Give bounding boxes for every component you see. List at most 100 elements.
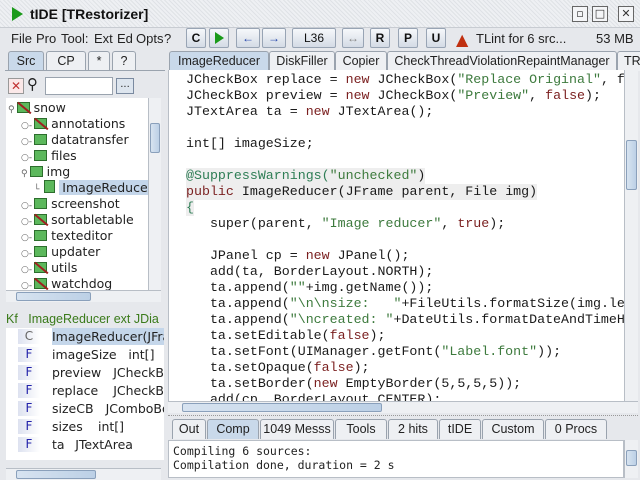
tree-handle-icon[interactable]: ⚲ xyxy=(8,105,15,115)
structure-item[interactable]: FsizeCB JComboBo xyxy=(6,400,164,417)
tree-handle-icon[interactable]: ○- xyxy=(21,281,32,290)
tab-src[interactable]: Src xyxy=(8,51,44,71)
r-button[interactable]: R xyxy=(370,28,390,48)
tree-item[interactable]: ○- annotations xyxy=(21,116,125,132)
tree-vertical-scrollbar[interactable] xyxy=(148,98,161,290)
tree-item[interactable]: ○- utils xyxy=(21,260,77,276)
tab-2-hits[interactable]: 2 hits xyxy=(388,419,438,439)
tree-item[interactable]: ⚲ snow xyxy=(8,100,66,116)
tree-item-label: annotations xyxy=(51,116,126,131)
tab-copier[interactable]: Copier xyxy=(335,51,387,71)
console-vertical-scrollbar[interactable] xyxy=(624,440,638,478)
code-token: JCheckBox( xyxy=(369,88,458,103)
tree-item[interactable]: ○- sortabletable xyxy=(21,212,134,228)
tab-star[interactable]: * xyxy=(88,51,110,71)
tree-handle-icon[interactable]: ○- xyxy=(21,121,32,131)
clear-search-button[interactable]: ✕ xyxy=(8,78,24,94)
structure-item[interactable]: Fpreview JCheckBo: xyxy=(6,364,164,381)
source-tree[interactable]: ⚲ snow ○- annotations ○- datatransfer ○- files ⚲… xyxy=(6,98,148,290)
tab-0-procs[interactable]: 0 Procs xyxy=(545,419,607,439)
maximize-button[interactable]: □ xyxy=(592,6,608,22)
menu-help[interactable]: ? xyxy=(164,31,171,46)
tree-handle-icon[interactable]: ○- xyxy=(21,153,32,163)
tree-handle-icon[interactable]: ○- xyxy=(21,249,32,259)
code-token: { xyxy=(186,200,194,215)
editor-horizontal-scrollbar[interactable] xyxy=(168,401,638,413)
code-token: false xyxy=(329,328,370,343)
code-token: @SuppressWarnings( xyxy=(186,168,330,183)
code-token: "Label.font" xyxy=(441,344,538,359)
compile-button[interactable]: C xyxy=(186,28,206,48)
tree-handle-icon[interactable]: ○- xyxy=(21,217,32,227)
search-input[interactable] xyxy=(45,77,113,95)
structure-horizontal-scrollbar[interactable] xyxy=(6,468,161,480)
tree-handle-icon[interactable]: ⚲ xyxy=(21,169,28,179)
structure-item[interactable]: Fsizes int[] xyxy=(6,418,164,435)
app-play-icon xyxy=(12,7,23,21)
browse-button[interactable]: ... xyxy=(116,78,134,94)
structure-item[interactable]: Freplace JCheckBo: xyxy=(6,382,164,399)
tree-item[interactable]: ⚲ img xyxy=(21,164,70,180)
code-line: @SuppressWarnings("unchecked") xyxy=(186,168,426,184)
tab-tide[interactable]: tIDE xyxy=(439,419,481,439)
iconify-button[interactable]: ▫ xyxy=(572,6,588,22)
tree-handle-icon[interactable]: ○- xyxy=(21,201,32,211)
menu-edit[interactable]: Ed xyxy=(117,31,133,46)
structure-list[interactable]: C ImageReducer(JFra FimageSize int[] Fprevie… xyxy=(6,328,164,460)
line-button[interactable]: L36 xyxy=(292,28,336,48)
code-token: JTextArea(); xyxy=(329,104,434,119)
package-folder-icon xyxy=(16,102,30,113)
code-token: ta.setFont(UIManager.getFont( xyxy=(186,344,442,359)
tree-handle-icon[interactable]: ○- xyxy=(21,265,32,275)
tab-custom[interactable]: Custom xyxy=(482,419,544,439)
tab-help[interactable]: ? xyxy=(112,51,136,71)
code-line: ta.setEditable(false); xyxy=(186,328,386,344)
code-token: ); xyxy=(353,360,370,375)
tab-cp[interactable]: CP xyxy=(46,51,86,71)
code-token: new xyxy=(305,248,330,263)
tree-item[interactable]: ○- files xyxy=(21,148,77,164)
tree-handle-icon[interactable]: ○- xyxy=(21,137,32,147)
menu-project[interactable]: Pro xyxy=(36,31,56,46)
tab-1049-messs[interactable]: 1049 Messs xyxy=(260,419,334,439)
structure-item[interactable]: Fta JTextArea xyxy=(6,436,164,453)
swap-button[interactable]: ↔ xyxy=(342,28,364,48)
tab-diskfiller[interactable]: DiskFiller xyxy=(269,51,335,71)
menu-file[interactable]: File xyxy=(11,31,32,46)
p-button[interactable]: P xyxy=(398,28,418,48)
back-button[interactable]: ← xyxy=(236,28,260,48)
menu-tools[interactable]: Tool: xyxy=(61,31,88,46)
tree-handle-icon[interactable]: ○- xyxy=(21,233,32,243)
editor-vertical-scrollbar[interactable] xyxy=(624,70,638,401)
tab-comp[interactable]: Comp xyxy=(207,419,259,439)
tree-item[interactable]: ○- texteditor xyxy=(21,228,113,244)
tree-horizontal-scrollbar[interactable] xyxy=(6,290,161,302)
tab-imagereducer[interactable]: ImageReducer xyxy=(169,51,269,71)
code-editor[interactable]: JCheckBox replace = new JCheckBox("Repla… xyxy=(168,70,624,401)
code-token: JPanel(); xyxy=(329,248,410,263)
structure-item[interactable]: C ImageReducer(JFra xyxy=(6,328,164,345)
tab-out[interactable]: Out xyxy=(172,419,206,439)
tree-item[interactable]: └ ImageReducer xyxy=(34,180,148,196)
tree-item[interactable]: ○- watchdog xyxy=(21,276,112,290)
forward-button[interactable]: → xyxy=(262,28,286,48)
tree-item[interactable]: ○- datatransfer xyxy=(21,132,129,148)
code-token: JPanel cp = xyxy=(186,248,306,263)
tree-handle-icon[interactable]: └ xyxy=(34,185,42,195)
tree-item[interactable]: ○- updater xyxy=(21,244,100,260)
run-button[interactable] xyxy=(209,28,229,48)
u-button[interactable]: U xyxy=(426,28,446,48)
close-button[interactable]: ✕ xyxy=(618,6,634,22)
code-token: +img.getName()); xyxy=(305,280,434,295)
tab-tr[interactable]: TR xyxy=(617,51,640,71)
code-token: JTextArea ta = xyxy=(186,104,306,119)
search-icon: ⚲ xyxy=(27,75,38,93)
menu-ext[interactable]: Ext xyxy=(94,31,113,46)
structure-item[interactable]: FimageSize int[] xyxy=(6,346,164,363)
tab-checkthreadviolationrepaintmanager[interactable]: CheckThreadViolationRepaintManager xyxy=(387,51,617,71)
tree-item[interactable]: ○- screenshot xyxy=(21,196,120,212)
menu-options[interactable]: Opts xyxy=(136,31,163,46)
code-line: JCheckBox preview = new JCheckBox("Previ… xyxy=(186,88,601,104)
code-line: ta.setBorder(new EmptyBorder(5,5,5,5)); xyxy=(186,376,521,392)
tab-tools[interactable]: Tools xyxy=(335,419,387,439)
